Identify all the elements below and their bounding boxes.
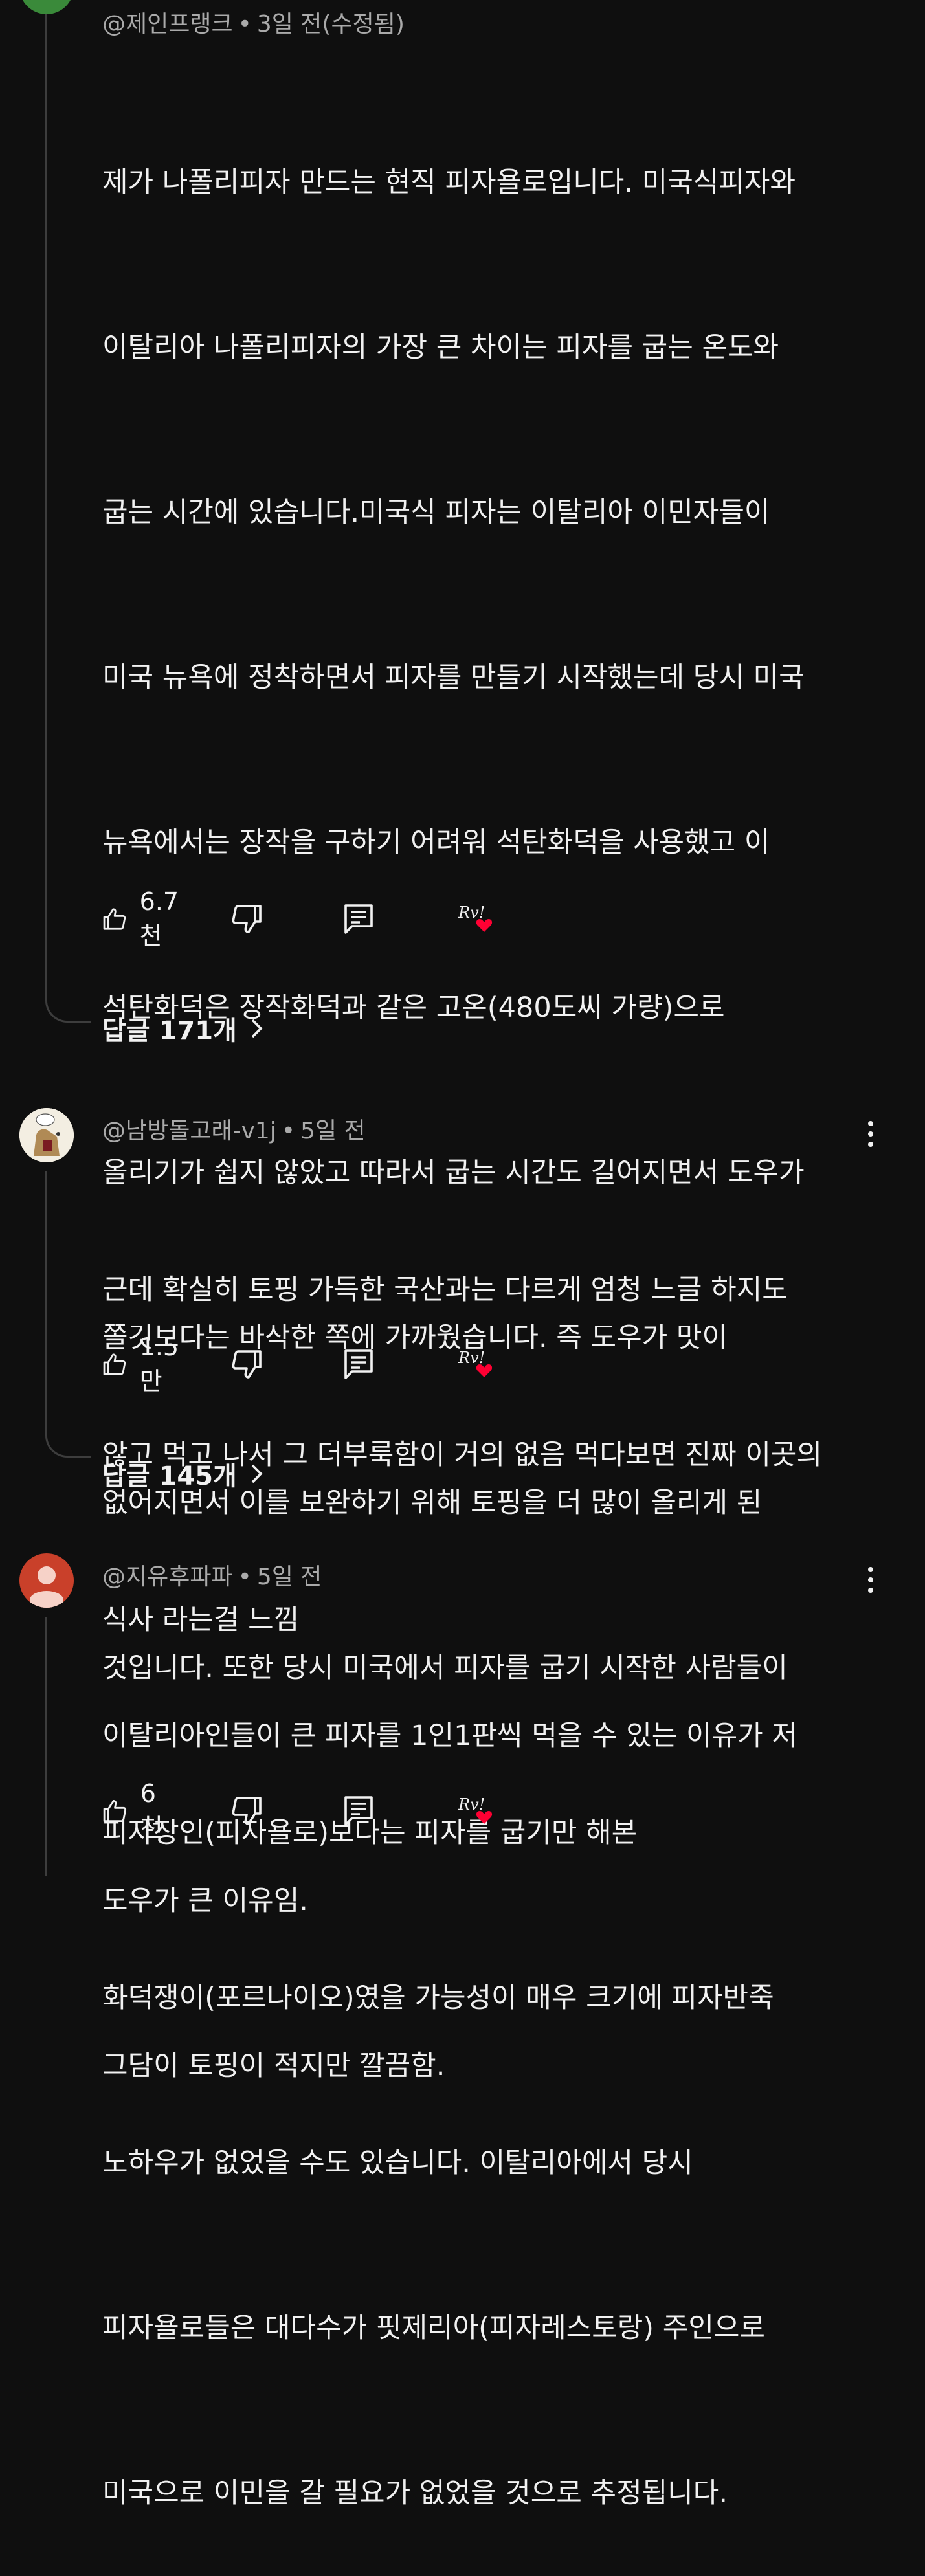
reply-button[interactable]: [343, 1345, 374, 1384]
thumb-up-icon: [103, 1353, 126, 1375]
separator-dot: •: [238, 1564, 252, 1590]
comment-line: 도우가 큰 이유임.: [102, 1885, 308, 1917]
chevron-right-icon: [251, 1019, 263, 1038]
comment-line: 미국으로 이민을 갈 필요가 없었을 것으로 추정됩니다.: [102, 2477, 728, 2509]
creator-heart-icon: Rv!: [458, 1795, 493, 1824]
svg-text:Rv!: Rv!: [458, 1795, 485, 1814]
more-vert-dot: [868, 1131, 873, 1137]
thread-line: [45, 0, 47, 990]
comment-author[interactable]: @제인프랭크: [102, 11, 233, 38]
comment-line: 굽는 시간에 있습니다.미국식 피자는 이탈리아 이민자들이: [102, 496, 770, 529]
view-replies-button[interactable]: 답글 145개: [102, 1455, 264, 1493]
comment-time[interactable]: 5일 전: [300, 1118, 366, 1144]
comment-time[interactable]: 3일 전(수정됨): [257, 11, 405, 38]
view-replies-button[interactable]: 답글 171개: [102, 1010, 264, 1047]
comment-meta: @지유후파파 • 5일 전: [102, 1558, 322, 1592]
comment-line: 미국 뉴욕에 정착하면서 피자를 만들기 시작했는데 당시 미국: [102, 661, 805, 694]
comment-line: 그담이 토핑이 적지만 깔끔함.: [102, 2050, 445, 2082]
reply-button[interactable]: [343, 900, 374, 938]
avatar[interactable]: [19, 1553, 74, 1608]
creator-heart-badge[interactable]: Rv!: [456, 900, 501, 938]
like-button[interactable]: 1.5만: [102, 1333, 186, 1395]
replies-label: 답글 171개: [102, 1016, 237, 1046]
more-vert-dot: [868, 1577, 873, 1582]
thread-line: [45, 1171, 47, 1425]
comment-line: 근데 확실히 토핑 가득한 국산과는 다르게 엄청 느글 하지도: [102, 1274, 788, 1306]
thread-curve: [45, 990, 91, 1023]
comment-line: 이탈리아 나폴리피자의 가장 큰 차이는 피자를 굽는 온도와: [102, 331, 779, 364]
creator-heart-icon: Rv!: [458, 904, 493, 932]
thumb-down-icon: [232, 1797, 262, 1825]
comment-author[interactable]: @남방돌고래-v1j: [102, 1118, 276, 1144]
comment-author[interactable]: @지유후파파: [102, 1564, 233, 1590]
dislike-button[interactable]: [229, 1345, 263, 1384]
comment-line: 피자욜로들은 대다수가 핏제리아(피자레스토랑) 주인으로: [102, 2312, 765, 2344]
thumb-down-icon: [232, 905, 262, 933]
thumb-up-icon: [103, 908, 126, 930]
like-button[interactable]: 6천: [102, 1779, 170, 1842]
like-count: 1.5만: [139, 1332, 179, 1395]
more-vert-icon: [868, 1567, 873, 1572]
avatar[interactable]: [19, 1108, 74, 1162]
avatar[interactable]: [19, 0, 74, 14]
comment-time[interactable]: 5일 전: [257, 1564, 322, 1590]
separator-dot: •: [281, 1118, 296, 1144]
svg-text:Rv!: Rv!: [458, 904, 485, 922]
more-options-button[interactable]: [861, 1560, 880, 1599]
more-vert-dot: [868, 1588, 873, 1593]
thread-line: [45, 1617, 47, 1876]
comment-line: 이탈리아인들이 큰 피자를 1인1판씩 먹을 수 있는 이유가 저: [102, 1720, 797, 1752]
comment-meta: @제인프랭크 • 3일 전(수정됨): [102, 5, 405, 39]
creator-heart-icon: Rv!: [458, 1349, 493, 1377]
reply-button[interactable]: [343, 1792, 374, 1830]
chevron-right-icon: [251, 1464, 263, 1483]
comment-line: 제가 나폴리피자 만드는 현직 피자욜로입니다. 미국식피자와: [102, 166, 796, 199]
like-button[interactable]: 6.7천: [102, 887, 186, 950]
comment-icon: [344, 904, 373, 934]
replies-label: 답글 145개: [102, 1461, 237, 1491]
comment-icon: [344, 1349, 373, 1379]
separator-dot: •: [238, 11, 252, 38]
creator-heart-badge[interactable]: Rv!: [456, 1345, 501, 1384]
more-options-button[interactable]: [861, 1115, 880, 1153]
thumb-down-icon: [232, 1350, 262, 1379]
creator-heart-badge[interactable]: Rv!: [456, 1792, 501, 1830]
comment-icon: [344, 1796, 373, 1826]
comment-text: 이탈리아인들이 큰 피자를 1인1판씩 먹을 수 있는 이유가 저 도우가 큰 …: [102, 1599, 866, 2149]
thread-curve: [45, 1425, 91, 1458]
comment-line: 뉴욕에서는 장작을 구하기 어려워 석탄화덕을 사용했고 이: [102, 827, 770, 859]
thumb-up-icon: [103, 1799, 127, 1823]
dislike-button[interactable]: [229, 1792, 263, 1830]
like-count: 6.7천: [139, 887, 179, 950]
more-vert-dot: [868, 1142, 873, 1147]
comment-meta: @남방돌고래-v1j • 5일 전: [102, 1112, 366, 1146]
svg-text:Rv!: Rv!: [458, 1349, 485, 1367]
person-icon: [30, 1566, 63, 1608]
more-vert-icon: [868, 1121, 873, 1126]
avatar-image: [19, 1108, 74, 1162]
like-count: 6천: [140, 1779, 163, 1842]
dislike-button[interactable]: [229, 900, 263, 938]
